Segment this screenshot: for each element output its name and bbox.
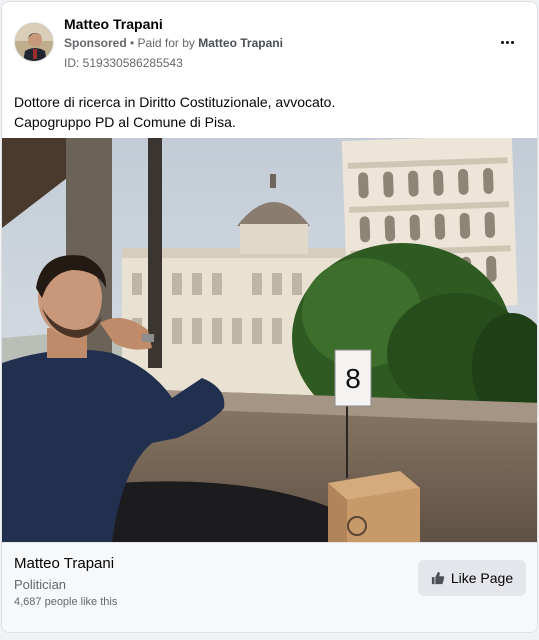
wooden-box [328,471,420,542]
page-like-count: 4,687 people like this [14,596,118,608]
post-image[interactable]: 8 [2,138,537,542]
like-page-label: Like Page [450,570,514,586]
post-text-line: Dottore di ricerca in Diritto Costituzio… [14,94,336,110]
thumbs-up-icon [431,571,445,585]
sponsored-label: Sponsored [64,36,127,50]
table-number: 8 [345,363,361,394]
author-name[interactable]: Matteo Trapani [64,16,163,32]
ad-card: Matteo Trapani Sponsored • Paid for by M… [1,1,538,633]
sponsored-line: Sponsored • Paid for by Matteo Trapani [64,36,283,50]
separator: • [126,36,138,50]
ad-id: ID: 519330586285543 [64,56,183,70]
more-options-icon[interactable] [495,30,519,54]
paid-for-prefix: Paid for by [137,36,199,50]
author-avatar[interactable] [14,22,54,62]
like-page-button[interactable]: Like Page [418,560,526,596]
post-text: Dottore di ricerca in Diritto Costituzio… [14,92,524,132]
paid-for-name: Matteo Trapani [198,36,283,50]
post-text-line: Capogruppo PD al Comune di Pisa. [14,114,236,130]
page-category: Politician [14,577,67,592]
page-card: Matteo Trapani Politician 4,687 people l… [2,542,537,632]
page-name[interactable]: Matteo Trapani [14,555,114,572]
post-header: Matteo Trapani Sponsored • Paid for by M… [2,2,537,82]
